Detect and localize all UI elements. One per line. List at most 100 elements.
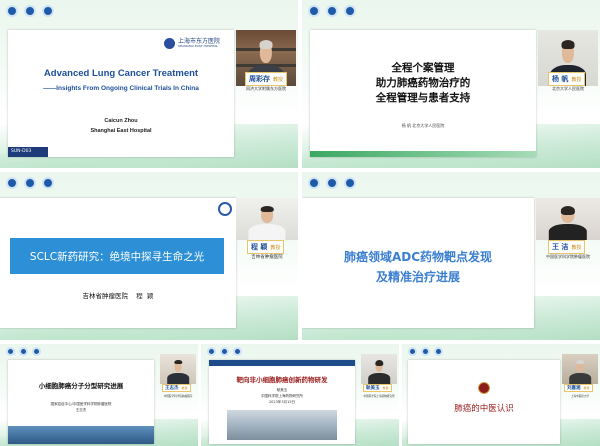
slide-title: 小细胞肺癌分子分型研究进展 bbox=[38, 382, 124, 390]
video-tile-1[interactable]: 上海市东方医院 SHANGHAI EAST HOSPITAL Advanced … bbox=[0, 0, 298, 168]
slide-title-line-3: 全程管理与患者支持 bbox=[375, 92, 471, 104]
speaker-nametag: 杨 帆 教授 bbox=[548, 72, 586, 86]
toolbar-icon[interactable] bbox=[326, 177, 338, 189]
slide-title-line-2: 及精准治疗进展 bbox=[375, 270, 460, 284]
speaker-affiliation: 同济大学附属东方医院 bbox=[246, 86, 286, 91]
slide-institution: Shanghai East Hospital bbox=[90, 128, 152, 134]
speaker-title: 教授 bbox=[270, 245, 281, 251]
video-tile-2[interactable]: 全程个案管理 助力肺癌药物治疗的 全程管理与患者支持 杨 帆 北京大学人民医院 … bbox=[302, 0, 600, 168]
speaker-name: 杨 帆 bbox=[552, 75, 569, 83]
hospital-logo-icon bbox=[164, 38, 175, 49]
shared-slide: 小细胞肺癌分子分型研究进展 国家癌症中心/中国医学科学院肿瘤医院 王志杰 bbox=[8, 360, 154, 444]
toolbar-icon[interactable] bbox=[308, 177, 320, 189]
toolbar-icon[interactable] bbox=[42, 5, 54, 17]
toolbar-icon[interactable] bbox=[344, 177, 356, 189]
speaker-camera bbox=[562, 354, 598, 384]
speaker-affiliation: 中国医学科学院肿瘤医院 bbox=[163, 395, 193, 398]
toolbar-icon[interactable] bbox=[308, 5, 320, 17]
toolbar-icon[interactable] bbox=[6, 347, 15, 356]
toolbar-icon[interactable] bbox=[220, 347, 229, 356]
toolbar-icon[interactable] bbox=[6, 5, 18, 17]
slide-byline: 吉林省肿瘤医院 程 颖 bbox=[82, 292, 154, 300]
tile-toolbar bbox=[207, 347, 242, 356]
speaker-affiliation: 上海中医药大学 bbox=[570, 395, 590, 398]
slide-title-line-1: 全程个案管理 bbox=[391, 62, 455, 74]
toolbar-icon[interactable] bbox=[408, 347, 417, 356]
speaker-name: 王志杰 bbox=[165, 386, 179, 391]
shared-slide: SCLC新药研究：绝境中探寻生命之光 吉林省肿瘤医院 程 颖 bbox=[0, 198, 236, 328]
speaker-camera bbox=[160, 354, 196, 384]
slide-footer-tag: SUN-D03 bbox=[8, 147, 48, 157]
speaker-title: 教授 bbox=[571, 245, 582, 251]
speaker-nametag: 刘嘉湘 教授 bbox=[564, 384, 593, 392]
toolbar-icon[interactable] bbox=[421, 347, 430, 356]
slide-title-line-1: 肺癌领域ADC药物靶点发现 bbox=[343, 250, 493, 264]
speaker-title: 教授 bbox=[181, 386, 188, 390]
toolbar-icon[interactable] bbox=[434, 347, 443, 356]
speaker-title: 教授 bbox=[382, 386, 389, 390]
toolbar-icon[interactable] bbox=[42, 177, 54, 189]
hospital-logo-icon bbox=[218, 202, 232, 216]
video-tile-3[interactable]: SCLC新药研究：绝境中探寻生命之光 吉林省肿瘤医院 程 颖 程 颖 教授 吉林… bbox=[0, 172, 298, 340]
speaker-avatar bbox=[248, 204, 286, 240]
slide-banner-text: SCLC新药研究：绝境中探寻生命之光 bbox=[29, 251, 205, 263]
shared-slide: 肺癌的中医认识 bbox=[408, 360, 560, 444]
slide-title: 靶向非小细胞肺癌创新药物研发 bbox=[236, 376, 328, 384]
slide-building-image bbox=[227, 410, 337, 440]
slide-subtitle: ——Insights From Ongoing Clinical Trials … bbox=[43, 85, 199, 92]
meeting-grid: 上海市东方医院 SHANGHAI EAST HOSPITAL Advanced … bbox=[0, 0, 600, 446]
speaker-name: 刘嘉湘 bbox=[567, 386, 581, 391]
tile-toolbar bbox=[308, 5, 356, 17]
toolbar-icon[interactable] bbox=[19, 347, 28, 356]
toolbar-icon[interactable] bbox=[207, 347, 216, 356]
slide-emblem-icon bbox=[478, 382, 490, 394]
slide-title: 肺癌的中医认识 bbox=[454, 404, 514, 414]
toolbar-icon[interactable] bbox=[24, 5, 36, 17]
slide-author: Caicun Zhou bbox=[104, 118, 138, 124]
video-tile-4[interactable]: 肺癌领域ADC药物靶点发现 及精准治疗进展 王 洁 教授 中国医学科学院肿瘤医院 bbox=[302, 172, 600, 340]
toolbar-icon[interactable] bbox=[233, 347, 242, 356]
video-tile-5[interactable]: 小细胞肺癌分子分型研究进展 国家癌症中心/中国医学科学院肿瘤医院 王志杰 王志杰… bbox=[0, 344, 198, 446]
speaker-nametag: 周彩存 教授 bbox=[245, 72, 288, 86]
speaker-name: 周彩存 bbox=[249, 75, 270, 83]
speaker-affiliation: 中国医学科学院肿瘤医院 bbox=[546, 254, 590, 259]
speaker-name: 程 颖 bbox=[251, 243, 268, 251]
toolbar-icon[interactable] bbox=[32, 347, 41, 356]
slide-subtitle-2: 王志杰 bbox=[75, 408, 87, 412]
toolbar-icon[interactable] bbox=[326, 5, 338, 17]
tile-toolbar bbox=[6, 5, 54, 17]
tile-toolbar bbox=[6, 177, 54, 189]
toolbar-icon[interactable] bbox=[24, 177, 36, 189]
video-tile-6[interactable]: 靶向非小细胞肺癌创新药物研发 耿美玉 中国科学院上海药物研究所 2023年3月1… bbox=[201, 344, 399, 446]
speaker-title: 教授 bbox=[583, 386, 590, 390]
shared-slide: 肺癌领域ADC药物靶点发现 及精准治疗进展 bbox=[302, 198, 534, 328]
slide-subtitle-3: 2023年3月15日 bbox=[268, 400, 296, 404]
speaker-affiliation: 中国科学院上海药物研究所 bbox=[363, 395, 395, 398]
shared-slide: 上海市东方医院 SHANGHAI EAST HOSPITAL Advanced … bbox=[8, 30, 234, 157]
slide-title: Advanced Lung Cancer Treatment bbox=[43, 68, 199, 79]
speaker-avatar bbox=[368, 359, 390, 384]
speaker-affiliation: 吉林省肿瘤医院 bbox=[251, 255, 283, 260]
speaker-title: 教授 bbox=[273, 77, 284, 83]
toolbar-icon[interactable] bbox=[344, 5, 356, 17]
speaker-name: 王 洁 bbox=[552, 243, 569, 251]
tile-toolbar bbox=[308, 177, 356, 189]
speaker-affiliation: 北京大学人民医院 bbox=[552, 86, 584, 91]
slide-header-bar bbox=[209, 360, 355, 366]
slide-title-line-2: 助力肺癌药物治疗的 bbox=[375, 77, 471, 89]
speaker-camera bbox=[361, 354, 397, 384]
slide-footer-tag-text: SUN-D03 bbox=[11, 149, 32, 154]
slide-subtitle-2: 中国科学院上海药物研究所 bbox=[261, 394, 303, 398]
slide-subtitle-1: 国家癌症中心/中国医学科学院肿瘤医院 bbox=[50, 402, 112, 406]
shared-slide: 全程个案管理 助力肺癌药物治疗的 全程管理与患者支持 杨 帆 北京大学人民医院 bbox=[310, 30, 536, 157]
slide-banner: SCLC新药研究：绝境中探寻生命之光 bbox=[10, 238, 224, 274]
tile-toolbar bbox=[408, 347, 443, 356]
toolbar-icon[interactable] bbox=[6, 177, 18, 189]
video-tile-7[interactable]: 肺癌的中医认识 刘嘉湘 教授 上海中医药大学 bbox=[402, 344, 600, 446]
slide-byline: 杨 帆 北京大学人民医院 bbox=[401, 123, 445, 128]
speaker-nametag: 王 洁 教授 bbox=[548, 240, 586, 254]
hospital-logo-subtext: SHANGHAI EAST HOSPITAL bbox=[178, 44, 219, 48]
speaker-avatar bbox=[569, 359, 591, 384]
slide-footer-image bbox=[8, 426, 154, 444]
speaker-nametag: 耿美玉 教授 bbox=[363, 384, 392, 392]
